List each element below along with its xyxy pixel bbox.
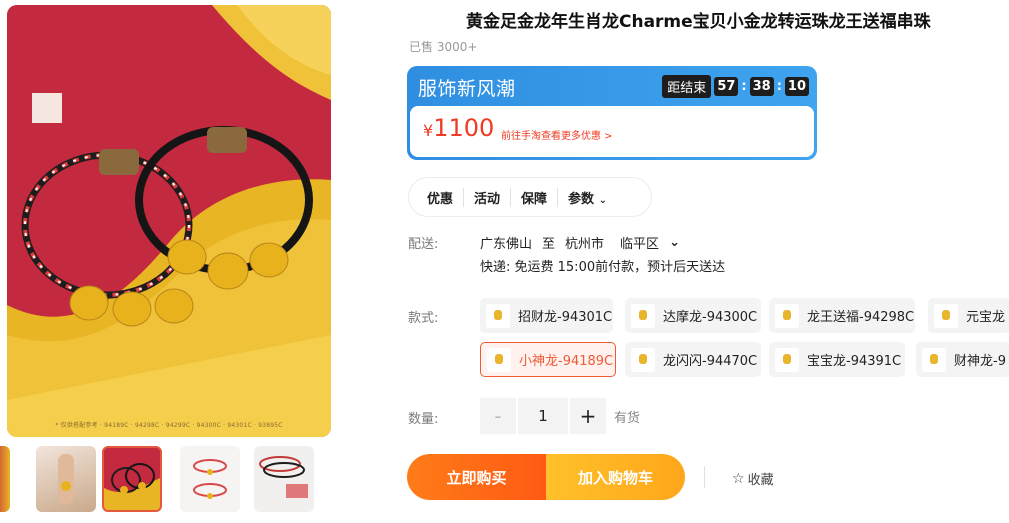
delivery-label: 配送: (408, 237, 439, 252)
style-option-label: 小神龙-94189C (519, 354, 614, 369)
style-option-label: 达摩龙-94300C (663, 310, 758, 325)
info-tabs: 优惠 活动 保障 参数 ⌄ (408, 177, 652, 217)
photo-caption: * 仅供搭配参考 · 94189C · 94298C · 94299C · 94… (55, 422, 283, 429)
thumbnail-strip (0, 446, 330, 512)
price: ¥1100 (423, 114, 494, 142)
stock-status: 有货 (614, 410, 641, 426)
style-option[interactable]: 达摩龙-94300C (625, 298, 761, 333)
style-option[interactable]: 财神龙-9 (916, 342, 1009, 377)
price-panel: ¥1100 前往手淘查看更多优惠 > (410, 106, 814, 157)
style-option[interactable]: 宝宝龙-94391C (769, 342, 905, 377)
chevron-down-icon: ⌄ (669, 235, 680, 250)
style-thumbnail (775, 303, 799, 328)
style-option-label: 财神龙-9 (954, 354, 1006, 369)
countdown-timer: 距结束 57 : 38 : 10 (662, 75, 809, 98)
countdown-separator: : (741, 79, 747, 94)
tab-parameters-label: 参数 (568, 191, 595, 207)
style-thumbnail (487, 347, 511, 372)
star-outline-icon: ☆ (732, 470, 745, 487)
quantity-input[interactable]: 1 (518, 398, 568, 434)
style-thumbnail (631, 303, 655, 328)
more-discounts-link[interactable]: 前往手淘查看更多优惠 > (501, 127, 613, 142)
currency-symbol: ¥ (423, 121, 434, 140)
style-option-label: 龙王送福-94298C (807, 310, 915, 325)
thumbnail-2[interactable] (102, 446, 162, 512)
style-option[interactable]: 龙王送福-94298C (769, 298, 915, 333)
favorite-label: 收藏 (747, 473, 774, 488)
favorite-button[interactable]: ☆ 收藏 (732, 469, 774, 489)
divider (704, 466, 705, 488)
style-options: 招财龙-94301C 达摩龙-94300C 龙王送福-94298C 元宝龙 小神… (480, 298, 1009, 378)
decorative-square (32, 93, 62, 123)
price-amount: 1100 (433, 114, 495, 142)
purchase-buttons: 立即购买 加入购物车 (407, 454, 685, 500)
delivery-to: 至 (542, 237, 556, 252)
delivery-district: 临平区 (620, 237, 660, 252)
thumbnail-0[interactable] (0, 446, 10, 512)
countdown-separator: : (776, 79, 782, 94)
countdown-minutes: 38 (749, 77, 774, 96)
tab-parameters[interactable]: 参数 ⌄ (558, 188, 617, 207)
style-option-selected[interactable]: 小神龙-94189C (480, 342, 616, 377)
tab-guarantee[interactable]: 保障 (511, 187, 559, 207)
thumbnail-1-illustration (58, 454, 74, 504)
chevron-down-icon: ⌄ (598, 194, 607, 206)
delivery-city: 杭州市 (565, 237, 605, 252)
style-option-label: 龙闪闪-94470C (663, 354, 758, 369)
quantity-stepper: - 1 + 有货 (480, 398, 640, 434)
style-option[interactable]: 元宝龙 (928, 298, 1009, 333)
quantity-label: 数量: (408, 412, 439, 427)
product-photo-illustration (7, 5, 331, 437)
tab-activities[interactable]: 活动 (464, 187, 512, 207)
style-option[interactable]: 招财龙-94301C (480, 298, 613, 333)
style-thumbnail (486, 303, 510, 328)
product-title: 黄金足金龙年生肖龙Charme宝贝小金龙转运珠龙王送福串珠 (466, 12, 931, 32)
style-thumbnail (934, 303, 958, 328)
style-thumbnail (631, 347, 655, 372)
style-option[interactable]: 龙闪闪-94470C (625, 342, 761, 377)
sold-count: 已售 3000+ (409, 40, 478, 54)
style-option-label: 宝宝龙-94391C (807, 354, 902, 369)
style-thumbnail (775, 347, 799, 372)
thumbnail-4[interactable] (254, 446, 314, 512)
countdown-seconds: 10 (784, 77, 809, 96)
tab-discounts[interactable]: 优惠 (417, 187, 465, 207)
countdown-hours: 57 (714, 77, 739, 96)
delivery-location[interactable]: 广东佛山 至 杭州市 临平区 ⌄ (480, 233, 680, 252)
thumbnail-3-illustration (193, 459, 227, 499)
main-product-image[interactable]: * 仅供搭配参考 · 94189C · 94298C · 94299C · 94… (7, 5, 331, 437)
quantity-decrease-button[interactable]: - (480, 398, 516, 434)
thumbnail-2-illustration (104, 463, 160, 510)
quantity-increase-button[interactable]: + (570, 398, 606, 434)
shipping-info: 快递: 免运费 15:00前付款，预计后天送达 (480, 260, 726, 275)
styles-label: 款式: (408, 311, 439, 326)
style-thumbnail (922, 347, 946, 372)
thumbnail-3[interactable] (180, 446, 240, 512)
promo-banner: 服饰新风潮 距结束 57 : 38 : 10 ¥1100 前往手淘查看更多优惠 … (407, 66, 817, 160)
countdown-label: 距结束 (662, 75, 712, 98)
buy-now-button[interactable]: 立即购买 (407, 454, 546, 500)
style-option-label: 元宝龙 (966, 310, 1006, 325)
thumbnail-1[interactable] (36, 446, 96, 512)
promo-title: 服饰新风潮 (418, 78, 516, 100)
style-option-label: 招财龙-94301C (518, 310, 613, 325)
delivery-origin: 广东佛山 (480, 237, 533, 252)
thumbnail-4-illustration (259, 456, 308, 498)
add-to-cart-button[interactable]: 加入购物车 (546, 454, 685, 500)
